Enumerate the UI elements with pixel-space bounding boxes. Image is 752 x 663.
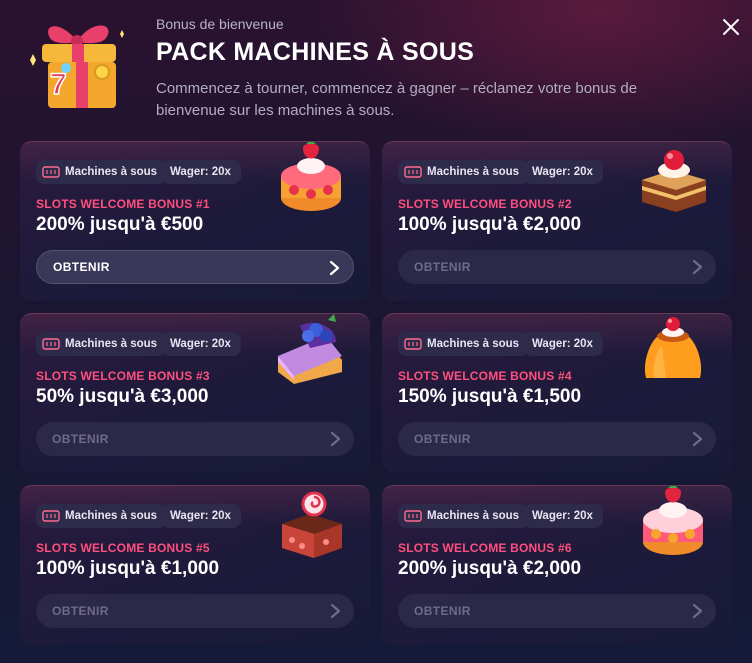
header-subtitle: Bonus de bienvenue [156,16,284,32]
bonus-label: SLOTS WELCOME BONUS #2 [398,197,572,211]
strawberry-cake-icon [632,486,714,562]
strawberry-cake-icon [270,142,352,218]
obtain-button-label: OBTENIR [414,604,471,618]
bonus-label: SLOTS WELCOME BONUS #3 [36,369,210,383]
bonus-card-6: Machines à sous Wager: 20x SLOTS WELCOME… [382,485,732,645]
svg-text:7: 7 [50,68,67,101]
chevron-right-icon [692,259,703,275]
wager-tag: Wager: 20x [162,160,241,184]
wager-tag: Wager: 20x [162,504,241,528]
bonus-amount: 150% jusqu'à €1,500 [398,386,582,407]
bonus-card-5: Machines à sous Wager: 20x SLOTS WELCOME… [20,485,370,645]
slot-machine-icon [42,166,60,178]
category-tag: Machines à sous [36,160,168,184]
slot-machine-icon [404,338,422,350]
obtain-button-label: OBTENIR [53,260,110,274]
category-tag: Machines à sous [36,504,168,528]
slot-machine-icon [42,338,60,350]
bonus-amount: 200% jusqu'à €500 [36,214,204,235]
category-tag-label: Machines à sous [427,338,520,350]
chevron-right-icon [330,603,341,619]
bonus-label: SLOTS WELCOME BONUS #6 [398,541,572,555]
category-tag: Machines à sous [36,332,168,356]
bonus-card-4: Machines à sous Wager: 20x SLOTS WELCOME… [382,313,732,473]
category-tag-label: Machines à sous [65,166,158,178]
category-tag: Machines à sous [398,504,530,528]
bonus-label: SLOTS WELCOME BONUS #5 [36,541,210,555]
obtain-button[interactable]: OBTENIR [398,594,716,628]
wager-tag: Wager: 20x [162,332,241,356]
bonus-amount: 100% jusqu'à €1,000 [36,558,220,579]
category-tag-label: Machines à sous [427,510,520,522]
close-icon [723,19,739,35]
bonus-card-3: Machines à sous Wager: 20x SLOTS WELCOME… [20,313,370,473]
chevron-right-icon [692,603,703,619]
wager-tag: Wager: 20x [524,332,603,356]
bonus-amount: 200% jusqu'à €2,000 [398,558,582,579]
chevron-right-icon [692,431,703,447]
slot-machine-icon [42,510,60,522]
chevron-right-icon [329,260,340,276]
page-title: PACK MACHINES À SOUS [156,38,475,66]
obtain-button[interactable]: OBTENIR [398,422,716,456]
category-tag: Machines à sous [398,160,530,184]
chevron-right-icon [330,431,341,447]
obtain-button-label: OBTENIR [52,432,109,446]
category-tag-label: Machines à sous [427,166,520,178]
category-tag: Machines à sous [398,332,530,356]
category-tag-label: Machines à sous [65,338,158,350]
bonus-amount: 100% jusqu'à €2,000 [398,214,582,235]
layer-cake-icon [632,142,714,218]
header-description: Commencez à tourner, commencez à gagner … [156,80,638,119]
bonus-header: 7 Bonus de bienvenue PACK MACHINES À SOU… [0,0,752,135]
bonus-label: SLOTS WELCOME BONUS #4 [398,369,572,383]
cherry-cake-icon [270,486,352,562]
obtain-button-label: OBTENIR [414,432,471,446]
gift-box-icon: 7 [20,10,132,122]
pudding-icon [632,314,714,390]
obtain-button[interactable]: OBTENIR [36,594,354,628]
bonus-card-2: Machines à sous Wager: 20x SLOTS WELCOME… [382,141,732,301]
blueberry-cheesecake-icon [270,314,352,390]
slot-machine-icon [404,166,422,178]
bonus-amount: 50% jusqu'à €3,000 [36,386,209,407]
bonus-card-1: Machines à sous Wager: 20x SLOTS WELCOME… [20,141,370,301]
slot-machine-icon [404,510,422,522]
obtain-button-label: OBTENIR [52,604,109,618]
bonus-label: SLOTS WELCOME BONUS #1 [36,197,210,211]
obtain-button-label: OBTENIR [414,260,471,274]
close-button[interactable] [720,16,742,38]
wager-tag: Wager: 20x [524,504,603,528]
wager-tag: Wager: 20x [524,160,603,184]
obtain-button[interactable]: OBTENIR [36,250,354,284]
category-tag-label: Machines à sous [65,510,158,522]
obtain-button[interactable]: OBTENIR [398,250,716,284]
obtain-button[interactable]: OBTENIR [36,422,354,456]
